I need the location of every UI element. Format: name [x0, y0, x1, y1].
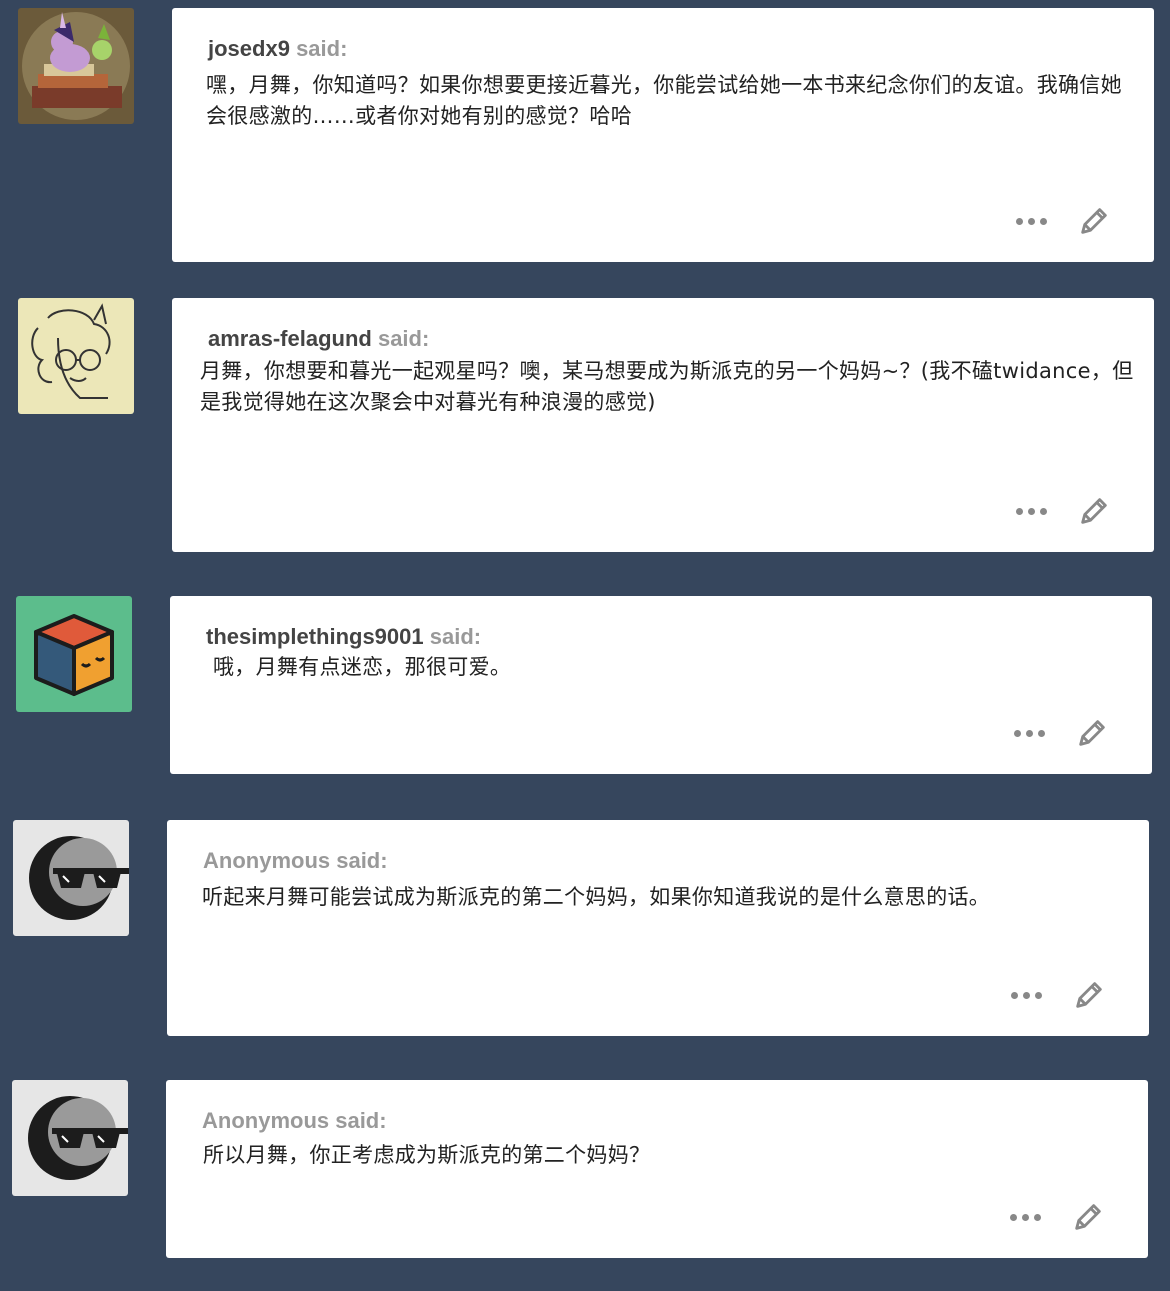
asker-line: thesimplethings9001 said: [206, 624, 481, 650]
ask-post-2: amras-felagund said: 月舞，你想要和暮光一起观星吗？噢，某马… [0, 290, 1170, 560]
post-card: Anonymous said: 听起来月舞可能尝试成为斯派克的第二个妈妈，如果你… [167, 820, 1149, 1036]
asker-line: amras-felagund said: [208, 326, 429, 352]
asker-line: Anonymous said: [203, 848, 388, 874]
sketch-pony-glasses-icon [18, 298, 134, 414]
said-label: said: [429, 624, 482, 649]
post-card: thesimplethings9001 said: 哦，月舞有点迷恋，那很可爱。 [170, 596, 1152, 774]
question-text: 哦，月舞有点迷恋，那很可爱。 [206, 655, 512, 679]
post-actions [1009, 978, 1106, 1012]
anonymous-said-label: Anonymous said: [202, 1108, 387, 1133]
pencil-edit-icon[interactable] [1077, 494, 1111, 528]
avatar-amras-felagund[interactable] [18, 298, 134, 414]
post-actions [1014, 494, 1111, 528]
post-actions [1012, 716, 1109, 750]
post-actions [1008, 1200, 1105, 1234]
more-options-icon[interactable] [1009, 986, 1044, 1005]
ask-post-3: thesimplethings9001 said: 哦，月舞有点迷恋，那很可爱。 [0, 588, 1170, 788]
question-text: 所以月舞，你正考虑成为斯派克的第二个妈妈？ [203, 1143, 651, 1167]
anonymous-sunglasses-icon [12, 1080, 128, 1196]
post-card: amras-felagund said: 月舞，你想要和暮光一起观星吗？噢，某马… [172, 298, 1154, 552]
ask-post-5: Anonymous said: 所以月舞，你正考虑成为斯派克的第二个妈妈？ [0, 1072, 1170, 1272]
asker-name[interactable]: amras-felagund [208, 326, 372, 351]
asker-name[interactable]: josedx9 [208, 36, 290, 61]
asker-line: Anonymous said: [202, 1108, 387, 1134]
ask-post-1: josedx9 said: 嘿，月舞，你知道吗？如果你想要更接近暮光，你能尝试给… [0, 0, 1170, 270]
twilight-pony-books-icon [18, 8, 134, 124]
ask-post-4: Anonymous said: 听起来月舞可能尝试成为斯派克的第二个妈妈，如果你… [0, 812, 1170, 1052]
avatar-anonymous [13, 820, 129, 936]
anonymous-sunglasses-icon [13, 820, 129, 936]
question-text: 听起来月舞可能尝试成为斯派克的第二个妈妈，如果你知道我说的是什么意思的话。 [202, 885, 991, 909]
pencil-edit-icon[interactable] [1071, 1200, 1105, 1234]
said-label: said: [296, 36, 348, 61]
sleepy-cube-icon [16, 596, 132, 712]
pencil-edit-icon[interactable] [1072, 978, 1106, 1012]
post-actions [1014, 204, 1111, 238]
avatar-josedx9[interactable] [18, 8, 134, 124]
question-text: 嘿，月舞，你知道吗？如果你想要更接近暮光，你能尝试给她一本书来纪念你们的友谊。我… [206, 73, 1122, 128]
avatar-thesimplethings9001[interactable] [16, 596, 132, 712]
said-label: said: [377, 326, 430, 351]
more-options-icon[interactable] [1014, 212, 1049, 231]
question-text: 月舞，你想要和暮光一起观星吗？噢，某马想要成为斯派克的另一个妈妈~？(我不磕tw… [200, 359, 1134, 414]
more-options-icon[interactable] [1012, 724, 1047, 743]
more-options-icon[interactable] [1014, 502, 1049, 521]
avatar-anonymous [12, 1080, 128, 1196]
post-card: Anonymous said: 所以月舞，你正考虑成为斯派克的第二个妈妈？ [166, 1080, 1148, 1258]
pencil-edit-icon[interactable] [1075, 716, 1109, 750]
pencil-edit-icon[interactable] [1077, 204, 1111, 238]
asker-name[interactable]: thesimplethings9001 [206, 624, 424, 649]
anonymous-said-label: Anonymous said: [203, 848, 388, 873]
asker-line: josedx9 said: [208, 36, 347, 62]
more-options-icon[interactable] [1008, 1208, 1043, 1227]
post-card: josedx9 said: 嘿，月舞，你知道吗？如果你想要更接近暮光，你能尝试给… [172, 8, 1154, 262]
